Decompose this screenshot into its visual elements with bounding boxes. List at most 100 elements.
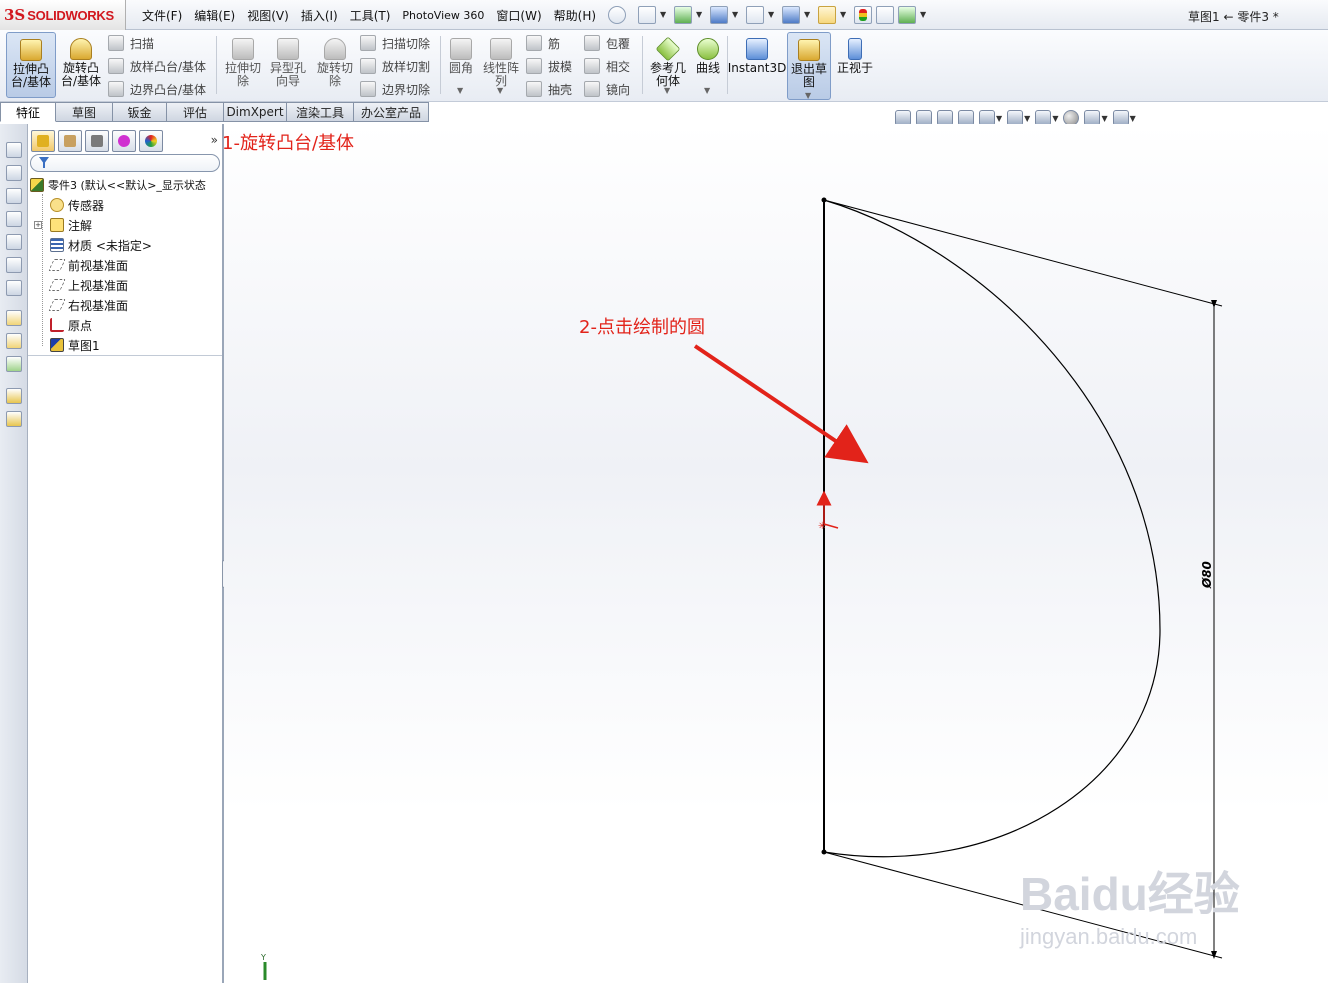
- relations-icon[interactable]: [6, 356, 22, 372]
- exit-sketch-dropdown-arrow[interactable]: ▼: [805, 89, 811, 102]
- tree-item-top-plane[interactable]: 上视基准面: [48, 276, 128, 294]
- feature-tree-filter[interactable]: [30, 154, 220, 172]
- exit-sketch-button[interactable]: 退出草图 ▼: [787, 32, 831, 100]
- menu-window[interactable]: 窗口(W): [490, 7, 547, 24]
- chevron-down-icon[interactable]: ▼: [840, 6, 850, 24]
- revolve-boss-button[interactable]: 旋转凸台/基体: [58, 32, 104, 98]
- property-manager-tab[interactable]: [58, 130, 82, 152]
- revolve-cut-button[interactable]: 旋转切除: [313, 32, 357, 98]
- tree-item-sketch1[interactable]: 草图1: [50, 336, 100, 354]
- tree-root-part[interactable]: 零件3 (默认<<默认>_显示状态: [30, 176, 206, 194]
- double-chevron-right-icon[interactable]: »: [211, 133, 218, 147]
- sweep-button[interactable]: 扫描: [108, 33, 154, 53]
- expand-icon[interactable]: +: [34, 221, 42, 229]
- tree-item-origin[interactable]: 原点: [50, 316, 92, 334]
- sketch-point[interactable]: [821, 849, 827, 855]
- print-icon[interactable]: [746, 6, 764, 24]
- display-manager-tab[interactable]: [139, 130, 163, 152]
- select-cursor-icon[interactable]: [818, 6, 836, 24]
- undo-icon[interactable]: [782, 6, 800, 24]
- menu-insert[interactable]: 插入(I): [295, 7, 344, 24]
- tab-office-products[interactable]: 办公室产品: [354, 102, 429, 122]
- chevron-down-icon[interactable]: ▼: [1024, 114, 1030, 123]
- tab-evaluate[interactable]: 评估: [167, 102, 224, 122]
- open-folder-icon[interactable]: [674, 6, 692, 24]
- tree-item-sensors[interactable]: 传感器: [50, 196, 104, 214]
- mirror-button[interactable]: 镜向: [584, 79, 630, 99]
- boundary-cut-button[interactable]: 边界切除: [360, 79, 430, 99]
- chevron-down-icon[interactable]: ▼: [1130, 114, 1136, 123]
- tab-sketch[interactable]: 草图: [56, 102, 113, 122]
- tree-item-annotations[interactable]: 注解: [50, 216, 92, 234]
- graphics-area[interactable]: ✳ Y Ø80: [224, 124, 1328, 983]
- chevron-down-icon[interactable]: ▼: [920, 6, 930, 24]
- menu-edit[interactable]: 编辑(E): [188, 7, 241, 24]
- tree-item-front-plane[interactable]: 前视基准面: [48, 256, 128, 274]
- menu-photoview[interactable]: PhotoView 360: [396, 9, 490, 22]
- extrude-boss-button[interactable]: 拉伸凸台/基体: [6, 32, 56, 98]
- right-view-icon[interactable]: [6, 211, 22, 227]
- tab-sheet-metal[interactable]: 钣金: [113, 102, 167, 122]
- bottom-view-icon[interactable]: [6, 257, 22, 273]
- menu-tools[interactable]: 工具(T): [344, 7, 397, 24]
- rib-button[interactable]: 筋: [526, 33, 560, 53]
- back-view-icon[interactable]: [6, 165, 22, 181]
- assembly-icon[interactable]: [6, 388, 22, 404]
- smart-dimension-icon[interactable]: [6, 333, 22, 349]
- left-view-icon[interactable]: [6, 188, 22, 204]
- shell-button[interactable]: 抽壳: [526, 79, 572, 99]
- file-properties-icon[interactable]: [876, 6, 894, 24]
- tab-dimxpert[interactable]: DimXpert: [224, 102, 287, 122]
- menu-help[interactable]: 帮助(H): [548, 7, 602, 24]
- isometric-view-icon[interactable]: [6, 280, 22, 296]
- chevron-down-icon[interactable]: ▼: [804, 6, 814, 24]
- tab-features[interactable]: 特征: [0, 102, 56, 122]
- sketch-point[interactable]: [821, 197, 827, 203]
- chevron-down-icon[interactable]: ▼: [768, 6, 778, 24]
- pattern-dropdown-arrow[interactable]: ▼: [497, 86, 503, 95]
- tab-render-tools[interactable]: 渲染工具: [287, 102, 354, 122]
- hole-wizard-button[interactable]: 异型孔向导: [266, 32, 310, 98]
- normal-to-button[interactable]: 正视于: [834, 32, 876, 98]
- fillet-dropdown-arrow[interactable]: ▼: [457, 86, 463, 95]
- draft-button[interactable]: 拔模: [526, 56, 572, 76]
- sketch-icon[interactable]: [6, 310, 22, 326]
- tree-item-right-plane[interactable]: 右视基准面: [48, 296, 128, 314]
- chevron-down-icon[interactable]: ▼: [696, 6, 706, 24]
- menu-bar: 3S SOLIDWORKS 文件(F) 编辑(E) 视图(V) 插入(I) 工具…: [0, 0, 1328, 30]
- loft-boss-button[interactable]: 放样凸台/基体: [108, 56, 206, 76]
- menu-view[interactable]: 视图(V): [241, 7, 295, 24]
- rebuild-traffic-light-icon[interactable]: [854, 6, 872, 24]
- intersect-icon: [584, 58, 600, 74]
- options-icon[interactable]: [898, 6, 916, 24]
- front-view-icon[interactable]: [6, 142, 22, 158]
- save-icon[interactable]: [710, 6, 728, 24]
- boundary-boss-button[interactable]: 边界凸台/基体: [108, 79, 206, 99]
- wrap-button[interactable]: 包覆: [584, 33, 630, 53]
- curves-dropdown-arrow[interactable]: ▼: [704, 86, 710, 95]
- ref-geometry-dropdown-arrow[interactable]: ▼: [664, 86, 670, 95]
- top-view-icon[interactable]: [6, 234, 22, 250]
- swept-cut-button[interactable]: 扫描切除: [360, 33, 430, 53]
- chevron-down-icon[interactable]: ▼: [660, 6, 670, 24]
- new-document-icon[interactable]: [638, 6, 656, 24]
- lofted-cut-button[interactable]: 放样切割: [360, 56, 430, 76]
- tree-item-material[interactable]: 材质 <未指定>: [50, 236, 152, 254]
- intersect-button[interactable]: 相交: [584, 56, 630, 76]
- pin-icon[interactable]: [608, 6, 626, 24]
- component-icon[interactable]: [6, 411, 22, 427]
- dimxpert-manager-tab[interactable]: [112, 130, 136, 152]
- chevron-down-icon[interactable]: ▼: [1052, 114, 1058, 123]
- chevron-down-icon[interactable]: ▼: [996, 114, 1002, 123]
- menu-file[interactable]: 文件(F): [136, 7, 188, 24]
- instant3d-button[interactable]: Instant3D: [728, 32, 786, 98]
- feature-manager-tab[interactable]: [31, 130, 55, 152]
- solidworks-logo[interactable]: 3S SOLIDWORKS: [0, 0, 126, 30]
- sketch-arc[interactable]: [823, 199, 1161, 858]
- extrude-cut-button[interactable]: 拉伸切除: [222, 32, 264, 98]
- diameter-dimension-text[interactable]: Ø80: [1200, 561, 1214, 589]
- sweep-icon: [108, 35, 124, 51]
- configuration-manager-tab[interactable]: [85, 130, 109, 152]
- chevron-down-icon[interactable]: ▼: [1101, 114, 1107, 123]
- chevron-down-icon[interactable]: ▼: [732, 6, 742, 24]
